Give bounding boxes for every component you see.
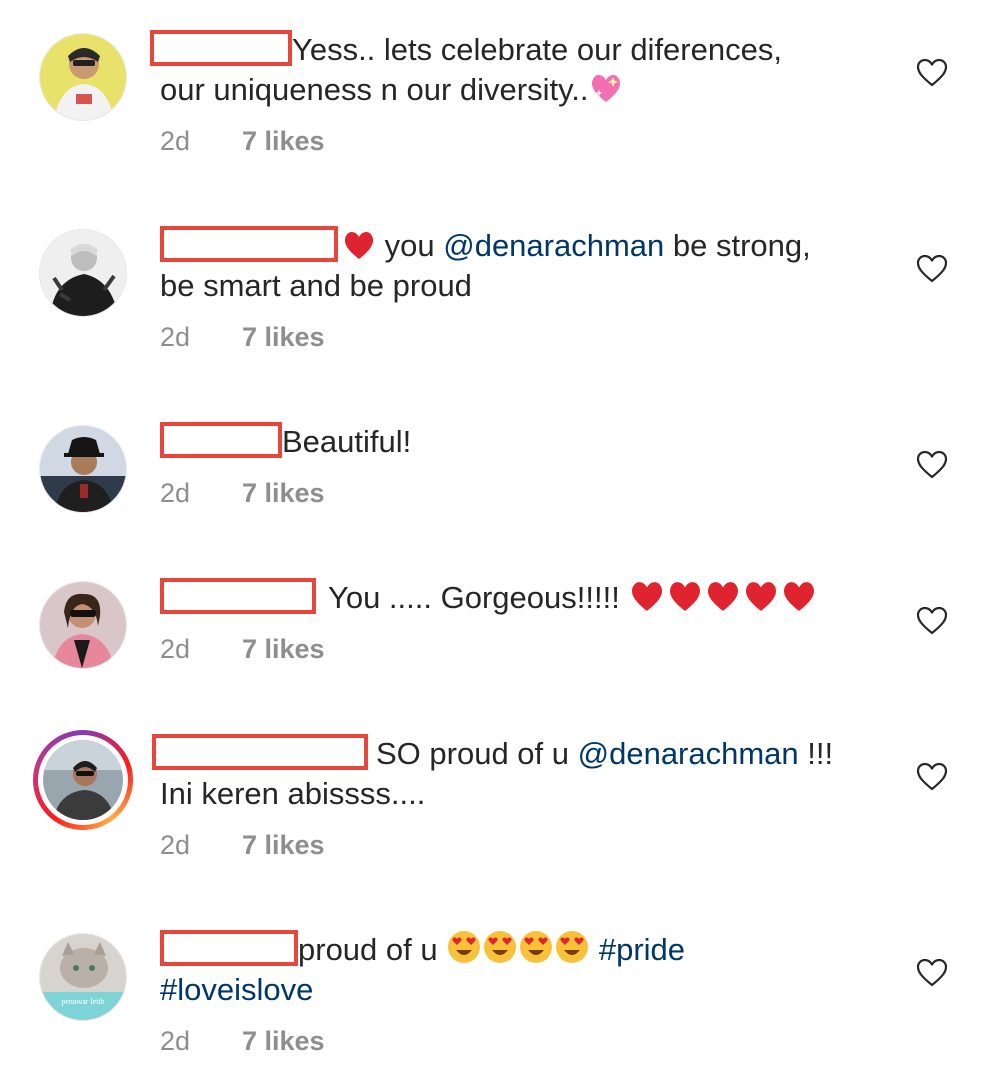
heart-eyes-emoji	[518, 930, 554, 964]
red-heart-emoji	[780, 580, 818, 612]
red-heart-emoji-row	[628, 580, 818, 615]
comment-time[interactable]: 2d	[160, 634, 242, 665]
like-button[interactable]	[916, 958, 948, 988]
comment-text-part: Yess.. lets celebrate our diferences,	[292, 32, 782, 67]
avatar[interactable]	[40, 426, 126, 512]
redacted-username	[160, 578, 316, 614]
heart-eyes-emoji	[446, 930, 482, 964]
comment-text: SO proud of u @denarachman !!! Ini keren…	[152, 734, 880, 814]
avatar[interactable]: penawar letih	[40, 934, 126, 1020]
avatar-image	[40, 230, 126, 316]
likes-count[interactable]: 7 likes	[242, 830, 325, 861]
avatar-caption: penawar letih	[61, 997, 104, 1006]
comment-text: proud of u #pride #loveislove	[160, 930, 880, 1010]
comment-meta: 2d 7 likes	[160, 322, 325, 353]
heart-outline-icon	[916, 58, 948, 87]
avatar[interactable]	[40, 582, 126, 668]
comment-text-part: be strong,	[664, 228, 811, 263]
mention-link[interactable]: @denarachman	[578, 736, 799, 771]
heart-outline-icon	[916, 606, 948, 635]
comment-text-part: be smart and be proud	[160, 268, 472, 303]
like-button[interactable]	[916, 450, 948, 480]
redacted-username	[160, 226, 338, 262]
red-heart-emoji	[704, 580, 742, 612]
hashtag-link[interactable]: #pride	[599, 932, 685, 967]
avatar-image	[40, 426, 126, 512]
avatar-image	[43, 740, 123, 820]
comment-meta: 2d 7 likes	[160, 126, 325, 157]
red-heart-emoji	[342, 230, 376, 260]
heart-outline-icon	[916, 254, 948, 283]
red-heart-emoji	[666, 580, 704, 612]
heart-eyes-emoji-row	[446, 930, 599, 967]
comment-text-part: !!!	[798, 736, 834, 771]
avatar	[43, 740, 123, 820]
comment-meta: 2d 7 likes	[160, 478, 325, 509]
comment-time[interactable]: 2d	[160, 126, 242, 157]
comment-time[interactable]: 2d	[160, 478, 242, 509]
like-button[interactable]	[916, 606, 948, 636]
mention-link[interactable]: @denarachman	[443, 228, 664, 263]
comment-meta: 2d 7 likes	[160, 634, 325, 665]
likes-count[interactable]: 7 likes	[242, 322, 325, 353]
heart-outline-icon	[916, 762, 948, 791]
avatar-image	[40, 34, 126, 120]
hashtag-link[interactable]: #loveislove	[160, 972, 313, 1007]
comment-text-part: SO proud of u	[376, 736, 578, 771]
redacted-username	[150, 30, 292, 66]
sparkling-heart-emoji	[589, 72, 623, 104]
avatar-image	[40, 582, 126, 668]
likes-count[interactable]: 7 likes	[242, 1026, 325, 1057]
comment-text: you @denarachman be strong, be smart and…	[160, 226, 880, 306]
heart-outline-icon	[916, 450, 948, 479]
red-heart-emoji	[628, 580, 666, 612]
comment-time[interactable]: 2d	[160, 830, 242, 861]
comment-text-part: Ini keren abissss....	[160, 776, 426, 811]
comment-text-part: you	[384, 228, 444, 263]
comment-text-part: proud of u	[298, 932, 447, 967]
heart-outline-icon	[916, 958, 948, 987]
heart-eyes-emoji	[554, 930, 590, 964]
avatar-story-ring[interactable]	[33, 730, 133, 830]
comment-time[interactable]: 2d	[160, 322, 242, 353]
like-button[interactable]	[916, 58, 948, 88]
likes-count[interactable]: 7 likes	[242, 478, 325, 509]
comment-text-part: Beautiful!	[282, 424, 412, 459]
story-ring-gap	[38, 735, 128, 825]
redacted-username	[160, 422, 282, 458]
redacted-username	[160, 930, 298, 966]
comment-text-part: You ..... Gorgeous!!!!!	[328, 580, 620, 615]
likes-count[interactable]: 7 likes	[242, 634, 325, 665]
comment-text-part: our uniqueness n our diversity..	[160, 72, 589, 107]
comment-time[interactable]: 2d	[160, 1026, 242, 1057]
comment-meta: 2d 7 likes	[160, 1026, 325, 1057]
heart-eyes-emoji	[482, 930, 518, 964]
comment-text: You ..... Gorgeous!!!!!	[160, 578, 880, 618]
likes-count[interactable]: 7 likes	[242, 126, 325, 157]
like-button[interactable]	[916, 254, 948, 284]
comment-meta: 2d 7 likes	[160, 830, 325, 861]
redacted-username	[152, 734, 368, 770]
comment-text: Yess.. lets celebrate our diferences, ou…	[150, 30, 880, 110]
comment-text: Beautiful!	[160, 422, 880, 462]
avatar[interactable]	[40, 230, 126, 316]
avatar-image: penawar letih	[40, 934, 126, 1020]
avatar[interactable]	[40, 34, 126, 120]
like-button[interactable]	[916, 762, 948, 792]
red-heart-emoji	[742, 580, 780, 612]
